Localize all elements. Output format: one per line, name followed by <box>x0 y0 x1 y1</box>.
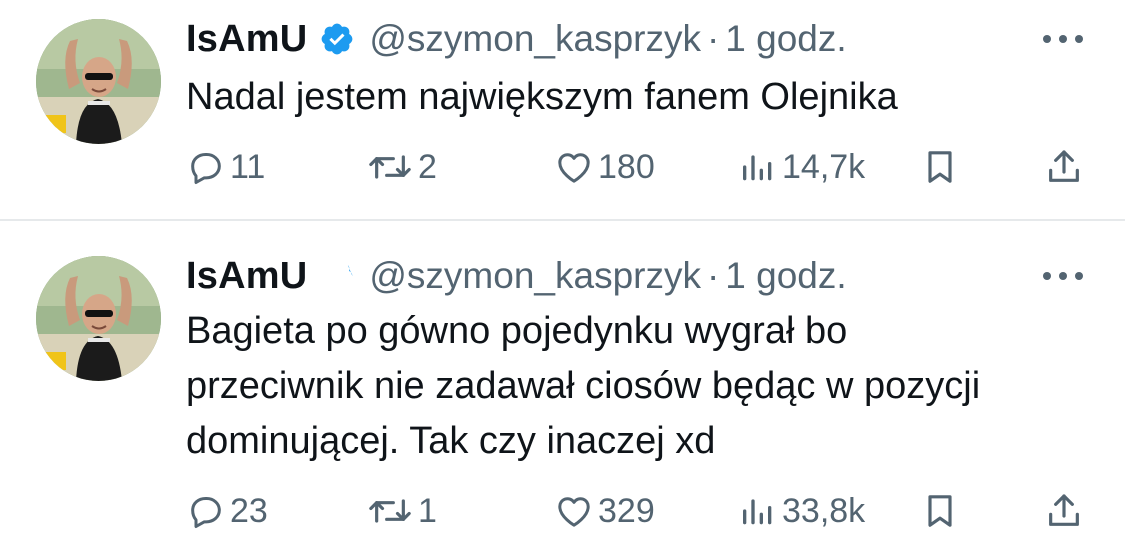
tweet-header: IsAmU @szymon_kasprzyk · 1 godz. <box>186 253 847 299</box>
bookmark-icon <box>920 491 960 531</box>
bookmark-button[interactable] <box>920 142 960 192</box>
share-button[interactable] <box>1044 486 1084 536</box>
retweet-icon <box>366 491 414 531</box>
like-button[interactable]: 329 <box>554 486 655 536</box>
separator: · <box>706 18 720 59</box>
like-count: 329 <box>598 491 655 530</box>
view-count: 14,7k <box>782 147 866 186</box>
author-name[interactable]: IsAmU <box>186 18 307 61</box>
bookmark-icon <box>920 147 960 187</box>
share-button[interactable] <box>1044 142 1084 192</box>
more-icon[interactable] <box>1040 263 1086 289</box>
reply-icon <box>186 147 226 187</box>
bookmark-button[interactable] <box>920 486 960 536</box>
like-count: 180 <box>598 147 655 186</box>
verified-badge-icon <box>319 21 355 57</box>
reply-count: 23 <box>230 491 268 530</box>
retweet-button[interactable]: 1 <box>366 486 437 536</box>
more-icon[interactable] <box>1040 26 1086 52</box>
avatar[interactable] <box>36 256 161 381</box>
share-icon <box>1044 491 1084 531</box>
author-handle[interactable]: @szymon_kasprzyk <box>369 255 701 297</box>
tweet[interactable]: IsAmU @szymon_kasprzyk · 1 godz. Nadal j… <box>0 0 1125 219</box>
retweet-count: 2 <box>418 147 437 186</box>
retweet-count: 1 <box>418 491 437 530</box>
timestamp[interactable]: 1 godz. <box>725 255 846 297</box>
view-count: 33,8k <box>782 491 866 530</box>
reply-icon <box>186 491 226 531</box>
timestamp[interactable]: 1 godz. <box>725 18 846 60</box>
verified-badge-icon <box>319 258 355 294</box>
tweet-text: Bagieta po gówno pojedynku wygrał bo prz… <box>186 310 981 462</box>
like-icon <box>554 491 594 531</box>
like-icon <box>554 147 594 187</box>
retweet-button[interactable]: 2 <box>366 142 437 192</box>
reply-button[interactable]: 11 <box>186 142 265 192</box>
author-name[interactable]: IsAmU <box>186 255 307 298</box>
retweet-icon <box>366 147 414 187</box>
reply-count: 11 <box>230 147 266 186</box>
tweet-header: IsAmU @szymon_kasprzyk · 1 godz. <box>186 16 847 62</box>
like-button[interactable]: 180 <box>554 142 655 192</box>
tweet[interactable]: IsAmU @szymon_kasprzyk · 1 godz. Bagieta… <box>0 221 1125 542</box>
views-button[interactable]: 14,7k <box>738 142 865 192</box>
reply-button[interactable]: 23 <box>186 486 268 536</box>
views-button[interactable]: 33,8k <box>738 486 865 536</box>
tweet-text: Nadal jestem największym fanem Olejnika <box>186 76 898 118</box>
author-handle[interactable]: @szymon_kasprzyk <box>369 18 701 60</box>
separator: · <box>706 255 720 296</box>
views-icon <box>738 491 778 531</box>
action-bar: 11 2 180 14,7k <box>0 142 1125 192</box>
share-icon <box>1044 147 1084 187</box>
avatar[interactable] <box>36 19 161 144</box>
action-bar: 23 1 329 33,8k <box>0 486 1125 536</box>
views-icon <box>738 147 778 187</box>
